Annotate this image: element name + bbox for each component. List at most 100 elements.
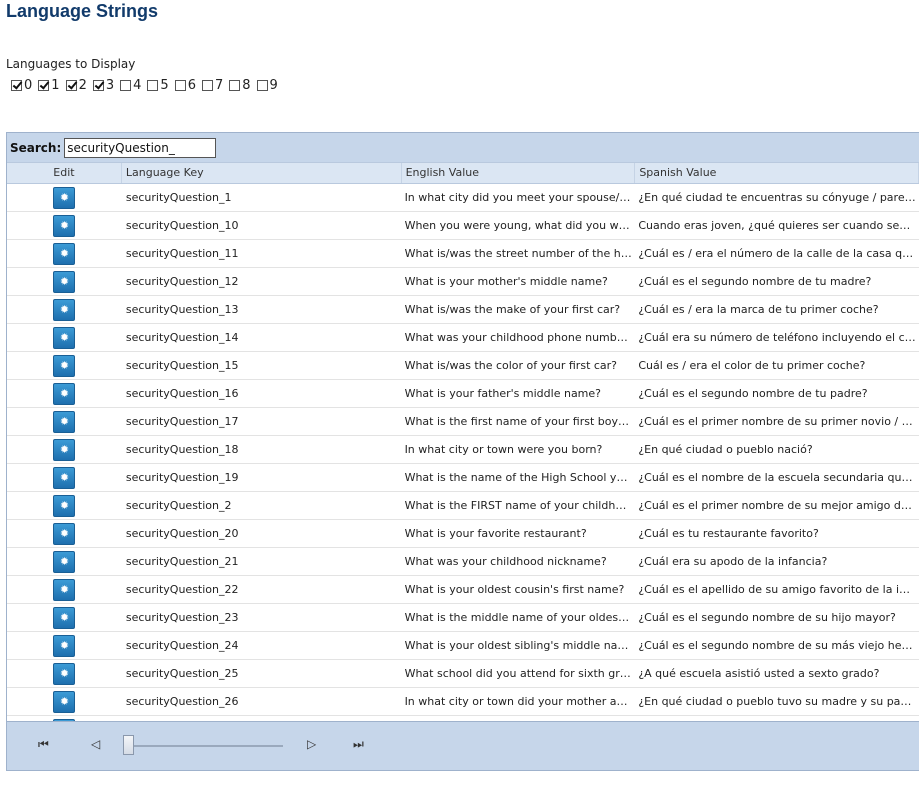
table-row[interactable]: ✹ securityQuestion_18 In what city or town…	[7, 436, 919, 464]
edit-button[interactable]: ✹	[53, 606, 76, 629]
english-value-cell: What is your oldest cousin's first name?	[404, 583, 625, 596]
language-checkbox[interactable]	[174, 80, 186, 91]
table-row[interactable]: ✹ securityQuestion_11 What is/was the stre…	[7, 240, 919, 268]
table-row[interactable]: ✹ securityQuestion_19 What is the name of …	[7, 464, 919, 492]
edit-button[interactable]: ✹	[53, 410, 76, 433]
table-row[interactable]: ✹ securityQuestion_20 What is your favorit…	[7, 520, 919, 548]
spanish-value-cell: ¿A qué escuela asistió usted a sexto gra…	[638, 667, 880, 680]
gear-icon: ✹	[59, 583, 70, 596]
edit-button[interactable]: ✹	[53, 690, 76, 713]
language-checkbox[interactable]	[65, 80, 77, 91]
language-checkbox[interactable]	[38, 80, 50, 91]
table-row[interactable]: ✹ securityQuestion_14 What was your childh…	[7, 324, 919, 352]
table-row[interactable]: ✹ securityQuestion_26 In what city or town…	[7, 688, 919, 716]
edit-button[interactable]: ✹	[53, 494, 76, 517]
edit-button[interactable]: ✹	[53, 382, 76, 405]
table-row[interactable]: ✹ securityQuestion_10 When you were young,…	[7, 212, 919, 240]
english-value-cell: What is/was the color of your first car?	[404, 359, 618, 372]
edit-button[interactable]: ✹	[53, 270, 76, 293]
table-row[interactable]: ✹ securityQuestion_24 What is your oldest …	[7, 632, 919, 660]
spanish-value-cell: ¿En qué ciudad o pueblo nació?	[638, 443, 813, 456]
edit-cell: ✹	[7, 522, 122, 545]
edit-button[interactable]: ✹	[53, 354, 76, 377]
language-option-label: 6	[187, 78, 196, 93]
edit-cell: ✹	[7, 326, 122, 349]
last-page-button[interactable]: ⏭	[353, 737, 364, 752]
table-row[interactable]: ✹ securityQuestion_25 What school did you …	[7, 660, 919, 688]
edit-button[interactable]: ✹	[53, 550, 76, 573]
column-header-spanish-value[interactable]: Spanish Value	[635, 163, 919, 183]
english-value-cell: What is your oldest sibling's middle nam…	[404, 639, 636, 652]
edit-button[interactable]: ✹	[53, 214, 76, 237]
edit-button[interactable]: ✹	[53, 186, 76, 209]
language-option-3[interactable]: 3	[92, 78, 114, 93]
edit-button[interactable]: ✹	[53, 466, 76, 489]
first-page-button[interactable]: ⏮	[38, 737, 49, 752]
language-key-cell: securityQuestion_13	[125, 303, 239, 316]
language-option-6[interactable]: 6	[174, 78, 196, 93]
language-checkbox[interactable]	[201, 80, 213, 91]
table-row[interactable]: ✹ securityQuestion_15 What is/was the colo…	[7, 352, 919, 380]
english-value-cell: When you were young, what did you want t…	[404, 219, 636, 232]
language-checkbox[interactable]	[229, 80, 241, 91]
edit-button[interactable]: ✹	[53, 662, 76, 685]
page-slider-track[interactable]	[127, 745, 283, 747]
edit-cell: ✹	[7, 466, 122, 489]
language-option-4[interactable]: 4	[120, 78, 141, 93]
language-key-cell: securityQuestion_17	[125, 415, 239, 428]
gear-icon: ✹	[59, 359, 70, 372]
language-option-5[interactable]: 5	[147, 78, 169, 93]
language-option-8[interactable]: 8	[229, 78, 251, 93]
column-header-english-value[interactable]: English Value	[402, 163, 636, 183]
spanish-value-cell: ¿Cuál es el nombre de la escuela secunda…	[638, 471, 919, 484]
table-row[interactable]: ✹ securityQuestion_16 What is your father'…	[7, 380, 919, 408]
language-checkbox[interactable]	[147, 80, 159, 91]
spanish-value-cell: ¿Cuál es el primer nombre de su primer n…	[638, 415, 919, 428]
edit-button[interactable]: ✹	[53, 522, 76, 545]
table-row[interactable]: ✹ securityQuestion_22 What is your oldest …	[7, 576, 919, 604]
language-checkbox[interactable]	[120, 80, 132, 91]
next-page-button[interactable]: ▷	[307, 737, 316, 751]
table-row[interactable]: ✹ securityQuestion_17 What is the first na…	[7, 408, 919, 436]
language-option-2[interactable]: 2	[65, 78, 87, 93]
table-row[interactable]: ✹ securityQuestion_23 What is the middle n…	[7, 604, 919, 632]
table-row[interactable]: ✹ securityQuestion_2 What is the FIRST nam…	[7, 492, 919, 520]
previous-page-button[interactable]: ◁	[91, 737, 100, 751]
language-option-label: 2	[78, 78, 87, 93]
language-key-cell: securityQuestion_12	[125, 275, 239, 288]
edit-button[interactable]: ✹	[53, 578, 76, 601]
edit-button[interactable]: ✹	[53, 242, 76, 265]
edit-cell: ✹	[7, 606, 122, 629]
language-option-1[interactable]: 1	[38, 78, 60, 93]
language-checkbox[interactable]	[256, 80, 268, 91]
column-header-edit[interactable]: Edit	[7, 163, 122, 183]
language-key-cell: securityQuestion_20	[125, 527, 239, 540]
edit-button[interactable]: ✹	[53, 634, 76, 657]
spanish-value-cell: ¿Cuál es / era el número de la calle de …	[638, 247, 919, 260]
gear-icon: ✹	[59, 639, 70, 652]
english-value-cell: What is/was the street number of the hou…	[404, 247, 636, 260]
edit-button[interactable]: ✹	[53, 326, 76, 349]
language-key-cell: securityQuestion_21	[125, 555, 239, 568]
search-input[interactable]	[64, 137, 217, 158]
language-key-cell: securityQuestion_2	[125, 499, 232, 512]
table-row[interactable]: ✹ securityQuestion_1 In what city did you …	[7, 184, 919, 212]
edit-cell: ✹	[7, 494, 122, 517]
edit-button[interactable]: ✹	[53, 438, 76, 461]
language-option-9[interactable]: 9	[256, 78, 278, 93]
english-value-cell: What is the first name of your first boy…	[404, 415, 636, 428]
column-header-language-key[interactable]: Language Key	[122, 163, 402, 183]
edit-button[interactable]: ✹	[53, 298, 76, 321]
language-checkbox[interactable]	[92, 80, 104, 91]
language-key-cell: securityQuestion_10	[125, 219, 239, 232]
page-slider-thumb[interactable]	[123, 735, 134, 755]
table-row[interactable]: ✹ securityQuestion_12 What is your mother'…	[7, 268, 919, 296]
language-option-0[interactable]: 0	[11, 78, 32, 93]
language-checkbox[interactable]	[11, 80, 22, 91]
grid-pager: ⏮ ◁ ▷ ⏭	[7, 721, 919, 770]
table-row[interactable]: ✹ securityQuestion_13 What is/was the make…	[7, 296, 919, 324]
language-option-7[interactable]: 7	[201, 78, 223, 93]
spanish-value-cell: ¿Cuál es / era la marca de tu primer coc…	[638, 303, 879, 316]
table-row[interactable]: ✹ securityQuestion_21 What was your childh…	[7, 548, 919, 576]
gear-icon: ✹	[59, 611, 70, 624]
